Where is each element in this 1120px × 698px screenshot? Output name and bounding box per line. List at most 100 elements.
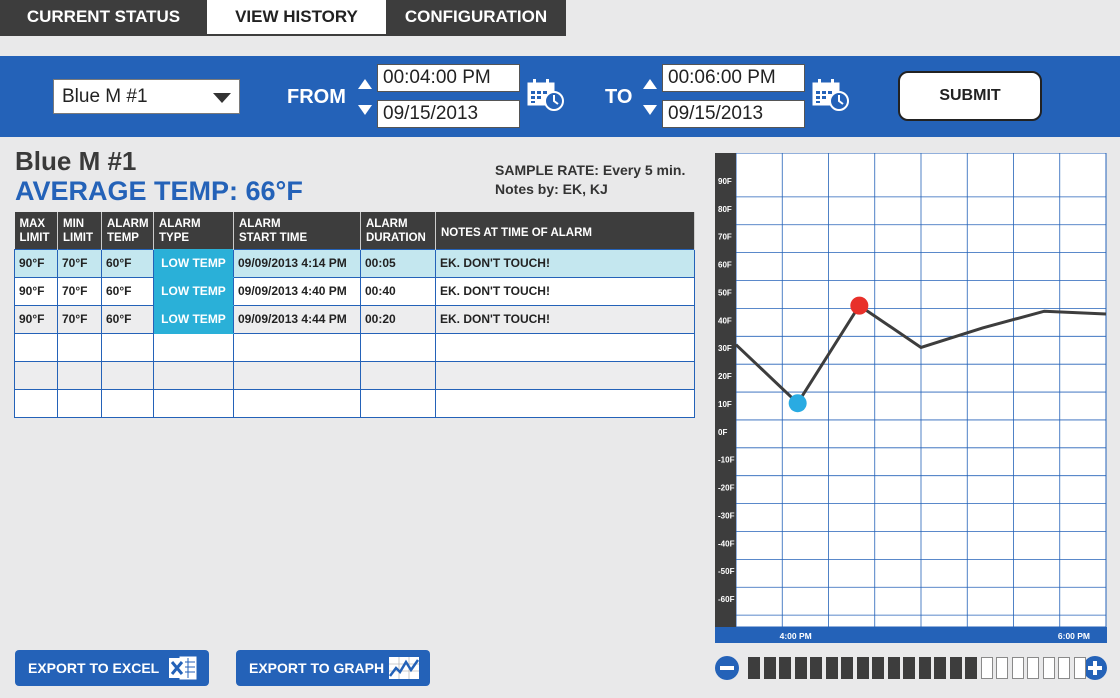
zoom-segment[interactable]	[949, 657, 962, 679]
export-excel-label: EXPORT TO EXCEL	[28, 660, 160, 676]
cell-min: 70°F	[57, 304, 102, 334]
col-alarm-type[interactable]: ALARM TYPE	[153, 212, 234, 249]
from-stepper[interactable]	[358, 79, 372, 115]
zoom-slider[interactable]	[715, 654, 1107, 682]
to-stepper[interactable]	[643, 79, 657, 115]
device-title: Blue M #1	[15, 146, 137, 176]
zoom-segment[interactable]	[1073, 657, 1086, 679]
tab-configuration[interactable]: CONFIGURATION	[386, 0, 566, 34]
export-graph-button[interactable]: EXPORT TO GRAPH	[236, 650, 430, 686]
zoom-segment[interactable]	[980, 657, 993, 679]
export-excel-button[interactable]: EXPORT TO EXCEL	[15, 650, 209, 686]
chart-x-tick-label: 6:00 PM	[1058, 631, 1090, 641]
average-temp: AVERAGE TEMP: 66°F	[15, 176, 303, 206]
top-tabs: CURRENT STATUS VIEW HISTORY CONFIGURATIO…	[0, 0, 566, 36]
from-date-input[interactable]: 09/15/2013	[377, 100, 520, 128]
cell-start: 09/09/2013 4:40 PM	[233, 276, 361, 306]
chart-y-tick-label: 20F	[718, 372, 732, 381]
chart-y-tick-label: 0F	[718, 428, 727, 437]
empty-table-row	[14, 332, 695, 362]
to-time-input[interactable]: 00:06:00 PM	[662, 64, 805, 92]
zoom-segment[interactable]	[1058, 657, 1070, 679]
zoom-segment[interactable]	[1011, 657, 1024, 679]
col-notes[interactable]: NOTES AT TIME OF ALARM	[435, 212, 695, 249]
zoom-segment[interactable]	[763, 657, 776, 679]
zoom-segment[interactable]	[872, 657, 884, 679]
filter-bar: Blue M #1 FROM 00:04:00 PM 09/15/2013 TO…	[0, 56, 1120, 137]
from-time-input[interactable]: 00:04:00 PM	[377, 64, 520, 92]
arrow-down-icon[interactable]	[643, 105, 657, 115]
chart-y-axis	[715, 153, 736, 627]
cell-duration: 00:20	[360, 304, 436, 334]
col-max-limit[interactable]: MAX LIMIT	[14, 212, 58, 249]
alarm-table: MAX LIMIT MIN LIMIT ALARM TEMP ALARM TYPE AL…	[14, 212, 695, 418]
chart-y-tick-label: -40F	[718, 539, 735, 548]
zoom-segment[interactable]	[918, 657, 931, 679]
table-row[interactable]: 90°F 70°F 60°F LOW TEMP 09/09/2013 4:40 …	[14, 276, 695, 306]
zoom-segment[interactable]	[1027, 657, 1039, 679]
arrow-up-icon[interactable]	[643, 79, 657, 89]
chart-y-tick-label: 30F	[718, 344, 732, 353]
chart-x-tick-label: 4:00 PM	[780, 631, 812, 641]
zoom-segment[interactable]	[841, 657, 853, 679]
chart-data-point	[788, 394, 807, 413]
zoom-out-icon[interactable]	[715, 656, 739, 680]
zoom-segment[interactable]	[934, 657, 946, 679]
zoom-segment[interactable]	[965, 657, 977, 679]
zoom-segment[interactable]	[887, 657, 900, 679]
export-graph-label: EXPORT TO GRAPH	[249, 660, 385, 676]
cell-start: 09/09/2013 4:14 PM	[233, 248, 361, 278]
chart-y-tick-label: 10F	[718, 400, 732, 409]
col-min-limit[interactable]: MIN LIMIT	[57, 212, 102, 249]
sample-rate: SAMPLE RATE: Every 5 min.	[495, 162, 686, 178]
cell-min: 70°F	[57, 248, 102, 278]
zoom-segment[interactable]	[810, 657, 822, 679]
zoom-segment[interactable]	[825, 657, 838, 679]
chart-y-tick-label: 90F	[718, 177, 732, 186]
from-label: FROM	[287, 86, 346, 108]
submit-button[interactable]: SUBMIT	[898, 71, 1042, 121]
temperature-chart[interactable]: 90F 80F 70F 60F 50F 40F 30F 20F 10F 0F -10F -20F -30…	[715, 153, 1107, 643]
arrow-up-icon[interactable]	[358, 79, 372, 89]
chart-y-tick-label: 70F	[718, 233, 732, 242]
chart-y-tick-label: 50F	[718, 288, 732, 297]
table-row[interactable]: 90°F 70°F 60°F LOW TEMP 09/09/2013 4:44 …	[14, 304, 695, 334]
zoom-segment[interactable]	[779, 657, 791, 679]
chart-y-tick-label: -20F	[718, 484, 735, 493]
tab-view-history[interactable]: VIEW HISTORY	[207, 0, 386, 34]
tab-current-status[interactable]: CURRENT STATUS	[0, 0, 207, 34]
table-header-row: MAX LIMIT MIN LIMIT ALARM TEMP ALARM TYPE AL…	[14, 212, 695, 249]
col-alarm-duration[interactable]: ALARM DURATION	[360, 212, 436, 249]
alarm-type-badge: LOW TEMP	[153, 276, 234, 306]
alarm-type-badge: LOW TEMP	[153, 248, 234, 278]
table-row[interactable]: 90°F 70°F 60°F LOW TEMP 09/09/2013 4:14 …	[14, 248, 695, 278]
chevron-down-icon	[213, 93, 231, 103]
chart-data-point	[850, 296, 869, 315]
device-select[interactable]: Blue M #1	[53, 79, 240, 114]
to-date-input[interactable]: 09/15/2013	[662, 100, 805, 128]
cell-max: 90°F	[14, 276, 58, 306]
arrow-down-icon[interactable]	[358, 105, 372, 115]
excel-icon	[169, 655, 198, 681]
zoom-segment[interactable]	[1042, 657, 1055, 679]
cell-min: 70°F	[57, 276, 102, 306]
calendar-clock-icon[interactable]	[526, 78, 566, 112]
cell-temp: 60°F	[101, 304, 154, 334]
cell-temp: 60°F	[101, 276, 154, 306]
zoom-segment[interactable]	[996, 657, 1008, 679]
cell-duration: 00:05	[360, 248, 436, 278]
col-alarm-temp[interactable]: ALARM TEMP	[101, 212, 154, 249]
to-label: TO	[605, 86, 633, 108]
chart-y-tick-label: -50F	[718, 567, 735, 576]
zoom-segment[interactable]	[748, 657, 760, 679]
cell-max: 90°F	[14, 248, 58, 278]
zoom-segment[interactable]	[903, 657, 915, 679]
cell-temp: 60°F	[101, 248, 154, 278]
notes-by: Notes by: EK, KJ	[495, 181, 608, 197]
chart-y-tick-label: -60F	[718, 595, 735, 604]
col-alarm-start-time[interactable]: ALARM START TIME	[233, 212, 361, 249]
zoom-segment[interactable]	[794, 657, 807, 679]
zoom-segment[interactable]	[856, 657, 869, 679]
zoom-in-icon[interactable]	[1083, 656, 1107, 680]
calendar-clock-icon[interactable]	[811, 78, 851, 112]
